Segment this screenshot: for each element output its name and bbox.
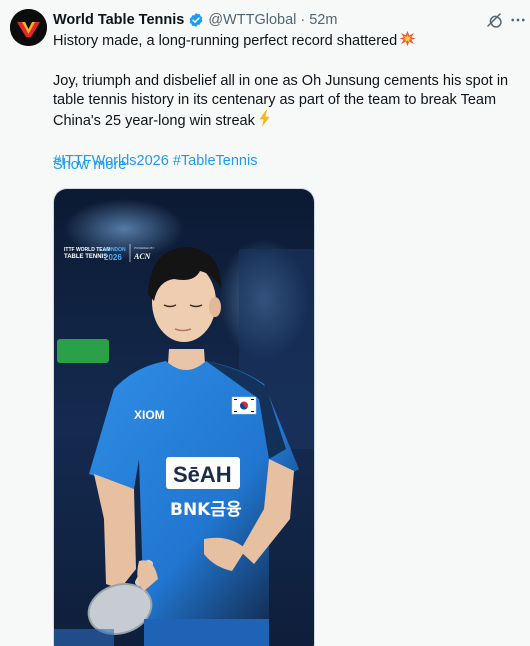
tweet-timestamp[interactable]: 52m bbox=[309, 12, 337, 28]
author-avatar[interactable] bbox=[10, 9, 47, 46]
tweet-text-line-1: History made, a long-running perfect rec… bbox=[53, 30, 521, 53]
tweet-text-line-4: China's 25 year-long win streak bbox=[53, 110, 521, 133]
tweet-text: History made, a long-running perfect rec… bbox=[53, 30, 521, 171]
show-more-link[interactable]: Show more bbox=[53, 157, 126, 173]
tweet-headline: History made, a long-running perfect rec… bbox=[53, 33, 398, 49]
tweet-media-image[interactable]: ITTF WORLD TEAM TABLE TENNIS LONDON 2026… bbox=[53, 188, 315, 646]
sponsor-name: ACN bbox=[133, 252, 152, 261]
event-logo-year: 2026 bbox=[104, 253, 122, 262]
wtt-logo-icon bbox=[10, 9, 47, 46]
author-handle[interactable]: @WTTGlobal bbox=[208, 12, 296, 28]
sponsor-prefix: POWERED BY bbox=[134, 246, 154, 250]
shirt-sponsor1: SēAH bbox=[173, 462, 232, 487]
collision-emoji-icon bbox=[399, 30, 416, 53]
grok-icon[interactable] bbox=[483, 9, 505, 31]
media-photo: ITTF WORLD TEAM TABLE TENNIS LONDON 2026… bbox=[54, 189, 314, 646]
verified-badge-icon bbox=[188, 12, 204, 28]
author-name[interactable]: World Table Tennis bbox=[53, 12, 184, 28]
tweet-text-line-2: Joy, triumph and disbelief all in one as… bbox=[53, 73, 509, 89]
hashtag-tabletennis[interactable]: #TableTennis bbox=[173, 153, 258, 169]
tweet-text-line-3: table tennis history in its centenary as… bbox=[53, 92, 497, 108]
high-voltage-emoji-icon bbox=[257, 110, 272, 133]
more-icon[interactable] bbox=[508, 9, 528, 31]
header-separator: · bbox=[300, 12, 306, 28]
south-korea-flag-icon bbox=[231, 396, 257, 415]
event-logo-line2: TABLE TENNIS bbox=[64, 254, 107, 260]
tweet-header: World Table Tennis @WTTGlobal · 52m bbox=[53, 10, 337, 30]
exit-sign bbox=[57, 339, 109, 363]
shirt-brand: XIOM bbox=[134, 408, 165, 422]
tweet-card[interactable]: World Table Tennis @WTTGlobal · 52m Hist… bbox=[0, 0, 530, 646]
tweet-text-line-4-text: China's 25 year-long win streak bbox=[53, 113, 255, 129]
shirt-sponsor2: BNK금융 bbox=[170, 500, 242, 520]
